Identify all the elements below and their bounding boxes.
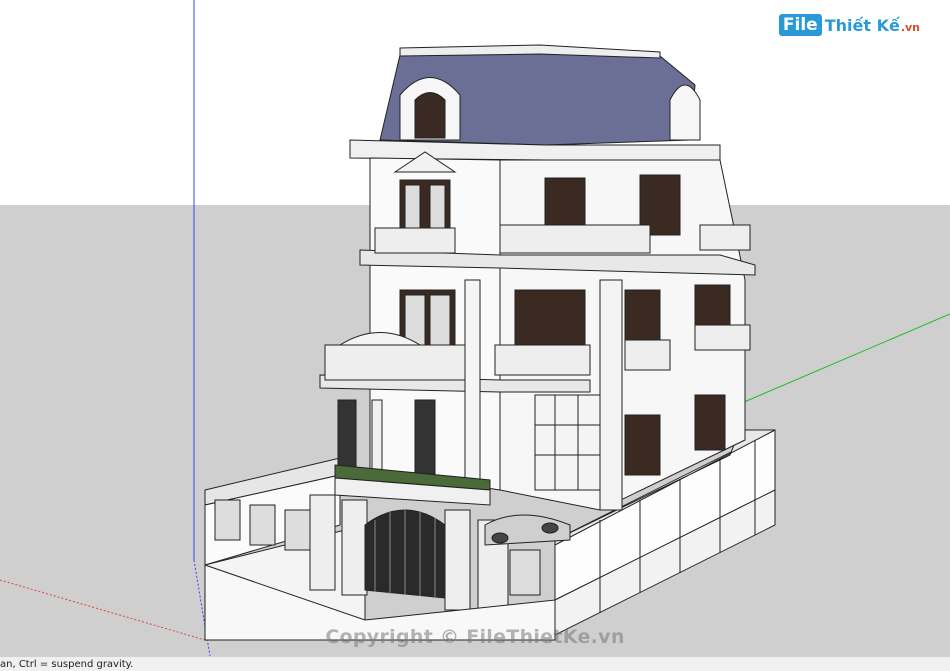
villa-building[interactable] [319,44,756,511]
status-bar: an, Ctrl = suspend gravity. [0,656,950,671]
3d-model-scene[interactable] [0,0,950,656]
logo-box: File [778,14,822,36]
glass-window [534,394,601,491]
logo-text: Thiết Kế [824,15,900,35]
filethietke-logo: File Thiết Kế .vn [778,14,920,36]
sketchup-viewport[interactable]: File Thiết Kế .vn Copyright © FileThietK… [0,0,950,656]
copyright-watermark: Copyright © FileThietKe.vn [325,626,625,648]
logo-suffix: .vn [900,21,920,34]
status-text: an, Ctrl = suspend gravity. [0,659,134,670]
